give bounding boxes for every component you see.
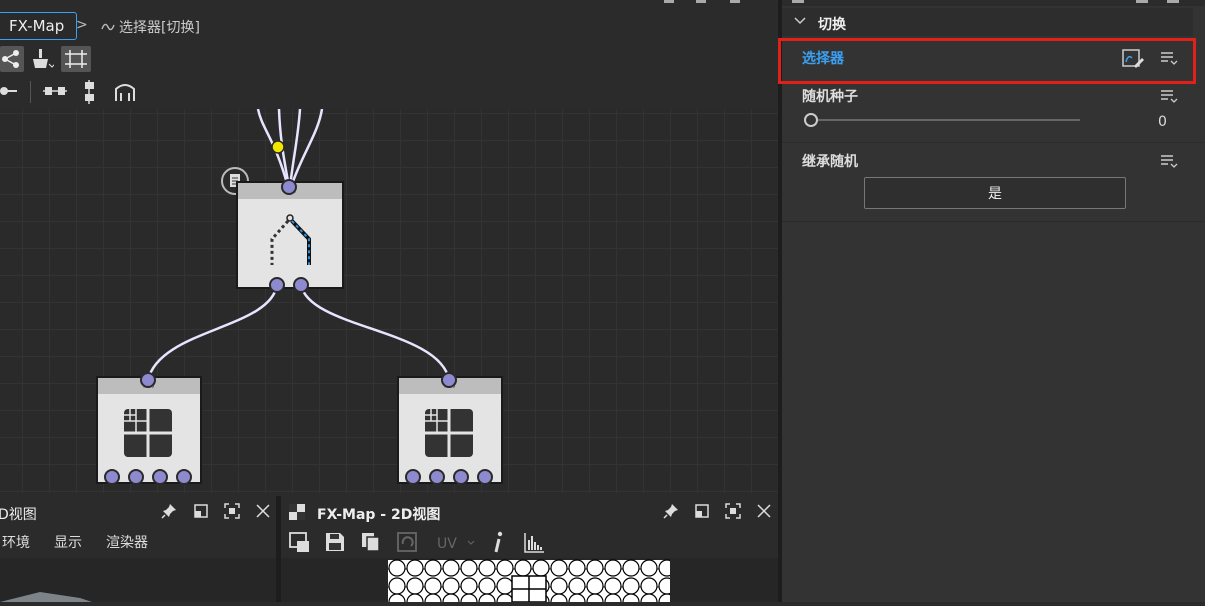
3d-view-title: D视图 <box>0 507 37 523</box>
switch-output-port-2[interactable] <box>293 277 309 293</box>
property-row-inherit-random: 继承随机 是 <box>782 143 1205 222</box>
breadcrumb-root-tab[interactable]: FX-Map <box>0 12 78 40</box>
top-control-fragment <box>1136 0 1148 3</box>
inherit-random-button[interactable]: 是 <box>864 177 1126 209</box>
split-right-output-port-2[interactable] <box>429 469 445 485</box>
copy-icon[interactable] <box>361 532 381 552</box>
fit-view-icon[interactable] <box>289 532 311 554</box>
breadcrumb-current[interactable]: 选择器[切换] <box>119 17 200 37</box>
wave-icon <box>101 21 115 33</box>
graph-layout-icon[interactable] <box>0 46 24 72</box>
2d-viewport[interactable] <box>281 558 778 602</box>
toolbar-divider <box>30 81 31 103</box>
split-right-output-port-4[interactable] <box>477 469 493 485</box>
split-right-input-port[interactable] <box>441 372 457 388</box>
maximize-icon[interactable] <box>224 503 240 519</box>
split-left-output-port-1[interactable] <box>104 469 120 485</box>
split-node-left[interactable]: 拆分 <box>96 376 202 484</box>
random-seed-value[interactable]: 0 <box>1158 114 1167 130</box>
menu-renderer[interactable]: 渲染器 <box>106 532 148 552</box>
slider-thumb[interactable] <box>804 113 818 127</box>
top-control-fragment <box>792 0 804 3</box>
3d-view-menu: 环境 显示 渲染器 <box>0 532 276 552</box>
toolbar-row-2 <box>0 77 780 107</box>
pin-icon[interactable] <box>161 503 177 519</box>
close-icon[interactable] <box>757 504 771 518</box>
switch-graphic-icon <box>270 214 311 265</box>
edit-function-icon[interactable] <box>1122 48 1144 70</box>
switch-output-port-1[interactable] <box>269 277 285 293</box>
breadcrumb-separator-icon: > <box>76 17 88 33</box>
property-row-selector: 选择器 <box>782 38 1205 86</box>
close-icon[interactable] <box>256 504 270 518</box>
split-node-right[interactable]: 拆分 <box>397 376 503 484</box>
refresh-disabled-icon <box>397 532 419 554</box>
property-menu-icon[interactable] <box>1160 50 1178 66</box>
split-left-input-port[interactable] <box>140 372 156 388</box>
split-grid-icon <box>425 409 473 457</box>
save-icon[interactable] <box>325 532 345 552</box>
split-right-output-port-3[interactable] <box>453 469 469 485</box>
connector-icon[interactable] <box>0 84 20 98</box>
top-control-fragment <box>1167 0 1179 3</box>
align-vertical-icon[interactable] <box>82 80 98 104</box>
inherit-random-label: 继承随机 <box>802 154 858 170</box>
toolbar-row-1 <box>0 44 780 74</box>
properties-panel: 切换 选择器 随机种子 0 继承随机 是 <box>778 0 1205 602</box>
chevron-down-icon <box>794 17 806 25</box>
wire-out-left <box>146 284 279 381</box>
section-header-switch[interactable]: 切换 <box>782 8 1193 36</box>
2d-view-title: FX-Map - 2D视图 <box>317 507 441 523</box>
property-row-random-seed: 随机种子 0 <box>782 84 1205 143</box>
wire-out-right <box>299 284 451 381</box>
selector-label[interactable]: 选择器 <box>802 48 844 68</box>
2d-view-panel: FX-Map - 2D视图 UV <box>281 496 778 602</box>
split-left-output-port-2[interactable] <box>128 469 144 485</box>
connector-yellow-dot <box>271 140 285 154</box>
3d-view-panel: D视图 环境 显示 渲染器 <box>0 496 276 602</box>
bridge-icon[interactable] <box>113 81 137 103</box>
histogram-icon[interactable] <box>523 532 545 554</box>
3d-viewport[interactable] <box>0 558 276 602</box>
maximize-icon[interactable] <box>725 503 741 519</box>
switch-node[interactable]: 切换 <box>236 181 344 289</box>
chevron-down-icon <box>467 540 475 546</box>
property-menu-icon[interactable] <box>1160 153 1178 169</box>
switch-input-port[interactable] <box>281 179 297 195</box>
menu-display[interactable]: 显示 <box>54 532 82 552</box>
float-window-icon[interactable] <box>194 504 208 518</box>
split-right-output-port-1[interactable] <box>405 469 421 485</box>
split-left-output-port-4[interactable] <box>176 469 192 485</box>
frame-grid-icon[interactable] <box>61 46 91 72</box>
brush-clean-icon[interactable] <box>30 48 54 70</box>
texture-preview <box>388 558 670 602</box>
split-left-output-port-3[interactable] <box>152 469 168 485</box>
uv-dropdown: UV <box>437 536 457 552</box>
menu-environment[interactable]: 环境 <box>2 532 30 552</box>
inherit-random-button-label: 是 <box>988 186 1002 202</box>
info-icon[interactable] <box>491 530 505 554</box>
pin-icon[interactable] <box>663 503 679 519</box>
breadcrumb: FX-Map > 选择器[切换] <box>0 8 780 40</box>
section-title: 切换 <box>818 17 846 33</box>
random-seed-label: 随机种子 <box>802 89 858 105</box>
property-menu-icon[interactable] <box>1160 88 1178 104</box>
graph-editor-panel: FX-Map > 选择器[切换] D视图 环境 显示 渲染器 FX-Map - … <box>0 0 780 602</box>
checker-icon <box>289 504 305 520</box>
top-control-fragment <box>664 0 674 3</box>
float-window-icon[interactable] <box>695 504 709 518</box>
random-seed-slider[interactable] <box>804 112 1080 128</box>
align-horizontal-icon[interactable] <box>43 83 69 99</box>
node-graph-canvas[interactable]: 切换 拆分 拆分 <box>0 109 778 493</box>
split-grid-icon <box>124 409 172 457</box>
slider-track <box>810 119 1080 121</box>
top-control-fragment <box>730 0 740 3</box>
top-control-fragment <box>696 0 706 3</box>
breadcrumb-root-label: FX-Map <box>9 17 65 35</box>
